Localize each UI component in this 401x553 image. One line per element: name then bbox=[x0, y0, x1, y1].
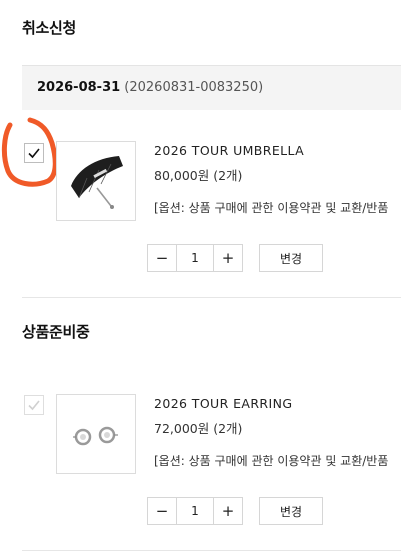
quantity-value[interactable]: 1 bbox=[177, 251, 213, 265]
section-divider bbox=[22, 297, 401, 298]
product-name[interactable]: 2026 TOUR UMBRELLA bbox=[154, 143, 304, 158]
product-price: 80,000원 (2개) bbox=[154, 168, 243, 183]
quantity-minus-button[interactable]: − bbox=[148, 498, 177, 524]
order-id: (20260831-0083250) bbox=[124, 80, 264, 95]
umbrella-icon bbox=[71, 156, 123, 209]
earring-icon bbox=[73, 426, 118, 446]
product-option: [옵션: 상품 구매에 관한 이용약관 및 교환/반품 bbox=[154, 201, 389, 215]
item-checkbox-earring[interactable] bbox=[24, 395, 44, 415]
section-title-cancel: 취소신청 bbox=[22, 19, 77, 37]
quantity-stepper-umbrella: − 1 + bbox=[147, 244, 243, 272]
product-thumbnail-earring[interactable] bbox=[56, 394, 136, 474]
product-name[interactable]: 2026 TOUR EARRING bbox=[154, 396, 292, 411]
quantity-plus-button[interactable]: + bbox=[213, 245, 242, 271]
quantity-stepper-earring: − 1 + bbox=[147, 497, 243, 525]
change-quantity-button[interactable]: 변경 bbox=[259, 497, 323, 525]
order-date: 2026-08-31 bbox=[37, 80, 121, 95]
checkmark-icon bbox=[28, 400, 40, 411]
quantity-value[interactable]: 1 bbox=[177, 504, 213, 518]
section-divider bbox=[22, 550, 401, 551]
quantity-plus-button[interactable]: + bbox=[213, 498, 242, 524]
product-option: [옵션: 상품 구매에 관한 이용약관 및 교환/반품 bbox=[154, 454, 389, 468]
annotation-circle-icon bbox=[1, 117, 58, 187]
section-title-preparing: 상품준비중 bbox=[22, 323, 90, 341]
product-thumbnail-umbrella[interactable] bbox=[56, 141, 136, 221]
change-quantity-button[interactable]: 변경 bbox=[259, 244, 323, 272]
quantity-minus-button[interactable]: − bbox=[148, 245, 177, 271]
order-header: 2026-08-31 (20260831-0083250) bbox=[22, 65, 401, 110]
order-date-line: 2026-08-31 (20260831-0083250) bbox=[37, 80, 263, 95]
product-price: 72,000원 (2개) bbox=[154, 421, 243, 436]
